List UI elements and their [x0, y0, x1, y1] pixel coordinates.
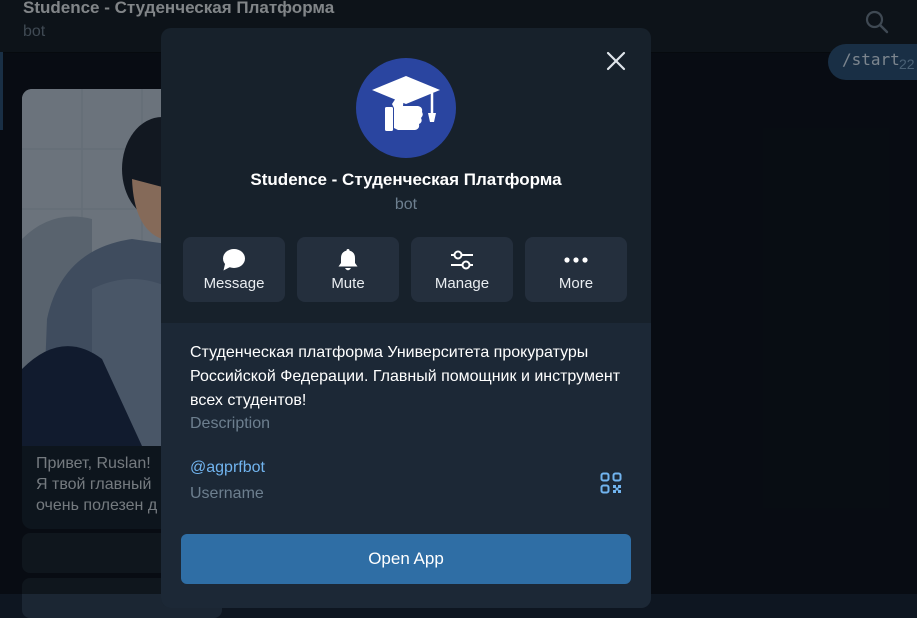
bot-name: Studence - Студенческая Платформа	[250, 170, 562, 189]
bot-description: Студенческая платформа Университета прок…	[190, 344, 621, 409]
message-button-label: Message	[203, 275, 265, 292]
bot-type-label: bot	[394, 196, 418, 213]
manage-button[interactable]: Manage	[411, 237, 513, 302]
mute-button[interactable]: Mute	[297, 237, 399, 302]
message-button[interactable]: Message	[183, 237, 285, 302]
username-label: Username	[190, 485, 264, 502]
sliders-icon	[451, 250, 473, 270]
qr-code-icon[interactable]	[599, 471, 623, 495]
more-dots-icon	[564, 257, 588, 263]
open-app-button[interactable]: Open App	[181, 534, 631, 584]
close-icon[interactable]	[603, 48, 629, 74]
bell-icon	[338, 249, 358, 271]
profile-actions: Message Mute Manage More	[183, 237, 627, 302]
message-icon	[223, 249, 245, 271]
bot-profile-dialog: Studence - Студенческая Платформа bot Me…	[161, 28, 651, 608]
description-label: Description	[190, 415, 271, 432]
more-button-label: More	[558, 275, 594, 292]
avatar[interactable]	[356, 58, 456, 158]
graduation-cap-thumbs-up-icon	[372, 76, 440, 131]
more-button[interactable]: More	[525, 237, 627, 302]
manage-button-label: Manage	[434, 275, 490, 292]
bot-username[interactable]: @agprfbot	[190, 459, 265, 477]
mute-button-label: Mute	[331, 275, 365, 292]
